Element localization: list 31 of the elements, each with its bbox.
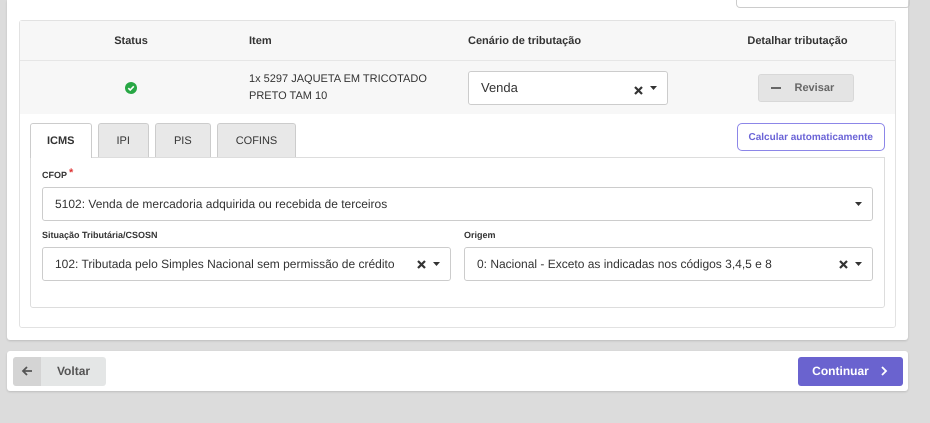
tab[interactable]: COFINS: [216, 123, 296, 157]
tab[interactable]: ICMS: [30, 123, 92, 158]
origin-select[interactable]: 0: Nacional - Exceto as indicadas nos códigos 3,4,5 e 8: [464, 247, 873, 281]
clear-icon[interactable]: [634, 86, 643, 94]
column-header: Status: [114, 34, 148, 46]
back-button[interactable]: Voltar: [13, 356, 106, 386]
input-field[interactable]: [736, 0, 910, 8]
clear-icon[interactable]: [839, 260, 848, 268]
caret-down-icon[interactable]: [650, 86, 657, 90]
chevron-right-icon: [878, 365, 889, 377]
caret-down-icon[interactable]: [855, 262, 862, 266]
column-header: Item: [248, 34, 272, 46]
auto-calculate-button[interactable]: Calcular automaticamente: [736, 123, 885, 151]
arrow-left-icon: [21, 365, 33, 377]
cfop-select[interactable]: 5102: Venda de mercadoria adquirida ou recebida de terceiros: [42, 187, 873, 221]
field-label: Origem: [464, 230, 496, 242]
field-label: CFOP: [42, 170, 68, 182]
column-header: Cenário de tributação: [467, 34, 582, 46]
tax-situation-select[interactable]: 102: Tributada pelo Simples Nacional sem permissão de crédito: [42, 247, 451, 281]
review-button[interactable]: Revisar: [758, 74, 854, 102]
clear-icon[interactable]: [417, 260, 426, 268]
caret-down-icon[interactable]: [855, 202, 862, 206]
column-header: Detalhar tributação: [746, 34, 848, 46]
scenario-select[interactable]: Venda: [468, 70, 668, 104]
caret-down-icon[interactable]: [433, 262, 440, 266]
item-description: 1x 5297 JAQUETA EM TRICOTADO PRETO TAM 10: [249, 72, 428, 104]
required-mark: *: [69, 167, 74, 181]
tab[interactable]: PIS: [154, 123, 211, 157]
field-label: Situação Tributária/CSOSN: [42, 230, 158, 242]
tab[interactable]: IPI: [98, 123, 149, 157]
continue-button[interactable]: Continuar: [798, 356, 903, 386]
